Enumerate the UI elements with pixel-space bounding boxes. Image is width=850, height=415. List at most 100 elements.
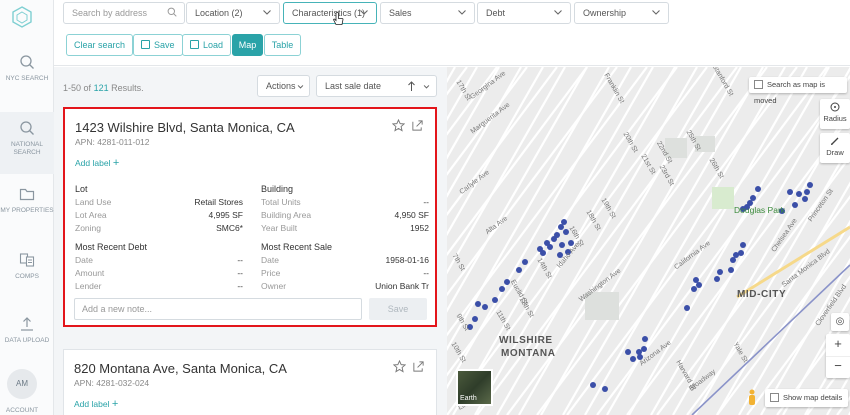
property-marker[interactable]	[602, 386, 608, 392]
property-marker[interactable]	[636, 349, 642, 355]
property-marker[interactable]	[802, 196, 808, 202]
save-icon	[141, 40, 150, 49]
debt-dropdown[interactable]: Debt	[477, 2, 571, 24]
save-note-button[interactable]: Save	[369, 298, 427, 320]
property-marker[interactable]	[482, 304, 488, 310]
location-dropdown[interactable]: Location (2)	[186, 2, 280, 24]
filter-bar: Search by address Location (2) Character…	[54, 0, 850, 66]
property-marker[interactable]	[475, 301, 481, 307]
show-map-details-toggle[interactable]: Show map details	[765, 389, 848, 407]
property-marker[interactable]	[540, 250, 546, 256]
street-view-pegman-icon[interactable]	[747, 389, 757, 407]
recenter-button[interactable]: ◎	[831, 313, 849, 331]
save-search-button[interactable]: Save	[133, 34, 183, 56]
property-marker[interactable]	[630, 356, 636, 362]
property-marker[interactable]	[554, 232, 560, 238]
clear-search-button[interactable]: Clear search	[66, 34, 134, 56]
logo-icon[interactable]	[11, 6, 33, 28]
property-address[interactable]: 820 Montana Ave, Santa Monica, CA	[74, 361, 287, 376]
park-area	[712, 187, 734, 209]
share-icon[interactable]	[412, 360, 425, 373]
detail-row: Owner Union Bank Tr	[261, 281, 429, 291]
chevron-down-icon	[458, 10, 466, 15]
nav-nyc-search[interactable]: NYC SEARCH	[0, 46, 54, 108]
lot-heading: Lot	[75, 184, 88, 194]
property-marker[interactable]	[547, 244, 553, 250]
map-view-button[interactable]: Map	[232, 34, 263, 56]
ownership-dropdown[interactable]: Ownership	[574, 2, 669, 24]
property-marker[interactable]	[733, 252, 739, 258]
chevron-down-icon	[360, 10, 368, 15]
property-address[interactable]: 1423 Wilshire Blvd, Santa Monica, CA	[75, 120, 295, 135]
property-marker[interactable]	[522, 259, 528, 265]
property-marker[interactable]	[516, 267, 522, 273]
district-label: MONTANA	[501, 348, 556, 359]
property-marker[interactable]	[561, 219, 567, 225]
detail-row: Date 1958-01-16	[261, 255, 429, 265]
zoom-controls[interactable]: + −	[826, 334, 850, 378]
property-marker[interactable]	[787, 189, 793, 195]
nav-data-upload[interactable]: DATA UPLOAD	[0, 308, 54, 370]
property-marker[interactable]	[642, 336, 648, 342]
draw-tool-button[interactable]: Draw	[820, 133, 850, 163]
actions-dropdown[interactable]: Actions	[257, 75, 310, 97]
property-card[interactable]: 1423 Wilshire Blvd, Santa Monica, CA APN…	[63, 107, 437, 327]
property-marker[interactable]	[730, 257, 736, 263]
checkbox[interactable]	[754, 80, 763, 89]
property-marker[interactable]	[625, 349, 631, 355]
building-heading: Building	[261, 184, 294, 194]
property-marker[interactable]	[750, 195, 756, 201]
property-marker[interactable]	[804, 189, 810, 195]
property-marker[interactable]	[792, 202, 798, 208]
note-input[interactable]: Add a new note...	[74, 298, 362, 320]
property-marker[interactable]	[693, 277, 699, 283]
star-icon[interactable]	[393, 360, 406, 373]
property-marker[interactable]	[684, 305, 690, 311]
add-label-link[interactable]: Add label +	[74, 398, 118, 410]
search-as-moved-toggle[interactable]: Search as map is moved	[749, 77, 847, 105]
property-marker[interactable]	[696, 282, 702, 288]
plus-icon: +	[834, 336, 842, 351]
nav-my-properties[interactable]: MY PROPERTIES	[0, 178, 54, 240]
property-marker[interactable]	[472, 316, 478, 322]
map-view[interactable]: WILSHIRE MONTANA MID-CITY Douglas Park G…	[447, 67, 850, 415]
property-marker[interactable]	[492, 297, 498, 303]
checkbox[interactable]	[770, 393, 779, 402]
zoom-out-button[interactable]: −	[826, 356, 850, 378]
sort-ascending-icon[interactable]	[407, 81, 416, 92]
search-input[interactable]: Search by address	[63, 2, 185, 24]
property-marker[interactable]	[740, 242, 746, 248]
property-marker[interactable]	[641, 346, 647, 352]
characteristics-dropdown[interactable]: Characteristics (1)	[283, 2, 377, 24]
star-icon[interactable]	[392, 119, 405, 132]
property-marker[interactable]	[807, 182, 813, 188]
share-icon[interactable]	[411, 119, 424, 132]
load-search-button[interactable]: Load	[182, 34, 232, 56]
add-label-link[interactable]: Add label +	[75, 157, 119, 169]
property-marker[interactable]	[590, 382, 596, 388]
property-marker[interactable]	[559, 242, 565, 248]
nav-national-search[interactable]: NATIONAL SEARCH	[0, 112, 54, 174]
property-marker[interactable]	[796, 191, 802, 197]
chevron-down-icon	[423, 85, 430, 89]
property-marker[interactable]	[558, 224, 564, 230]
plus-icon: +	[111, 398, 119, 410]
table-view-button[interactable]: Table	[264, 34, 301, 56]
property-marker[interactable]	[717, 269, 723, 275]
zoom-in-button[interactable]: +	[826, 334, 850, 356]
sort-dropdown[interactable]: Last sale date	[316, 75, 437, 97]
radius-tool-button[interactable]: Radius	[820, 99, 850, 129]
property-marker[interactable]	[691, 286, 697, 292]
pencil-icon	[831, 137, 839, 145]
property-marker[interactable]	[755, 186, 761, 192]
nav-comps[interactable]: COMPS	[0, 244, 54, 306]
property-marker[interactable]	[728, 267, 734, 273]
left-nav: NYC SEARCH NATIONAL SEARCH MY PROPERTIES…	[0, 0, 54, 415]
property-marker[interactable]	[714, 276, 720, 282]
sales-dropdown[interactable]: Sales	[380, 2, 475, 24]
property-marker[interactable]	[499, 286, 505, 292]
nav-label: COMPS	[15, 273, 39, 280]
earth-view-toggle[interactable]: Earth	[456, 369, 493, 406]
property-card[interactable]: 820 Montana Ave, Santa Monica, CA APN: 4…	[63, 349, 437, 415]
avatar[interactable]: AM	[7, 369, 37, 399]
